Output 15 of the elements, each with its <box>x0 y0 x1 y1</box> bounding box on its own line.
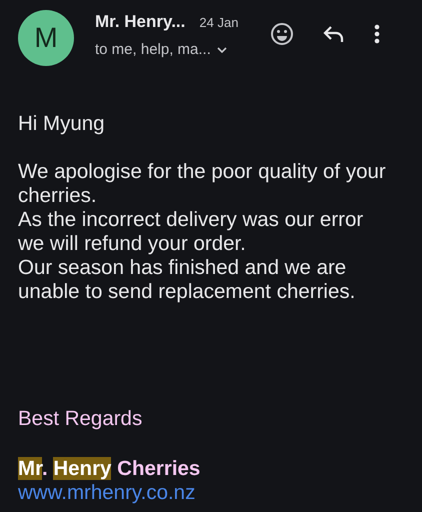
body-text: As the incorrect delivery was our error we will refund your order. <box>18 208 364 256</box>
website-link[interactable]: www.mrhenry.co.nz <box>18 481 196 505</box>
body-text: Our season has finished and we are unable to send replacement cherries. <box>18 256 356 304</box>
avatar[interactable]: M <box>18 10 74 66</box>
more-options-button[interactable] <box>374 24 380 44</box>
sender-name: Mr. Henry... <box>95 12 186 32</box>
reply-button[interactable] <box>322 24 346 44</box>
recipients-text: to me, help, ma... <box>95 41 211 58</box>
body-text: We apologise for the poor quality of your cherries. <box>18 160 387 208</box>
closing-text: Best Regards <box>18 407 144 431</box>
chevron-down-icon[interactable] <box>216 46 227 52</box>
email-date: 24 Jan <box>199 15 238 30</box>
emoji-reaction-button[interactable] <box>270 22 294 46</box>
signature-name: Mr. Henry Cherries <box>18 456 202 481</box>
greeting-text: Hi Myung <box>18 112 106 136</box>
